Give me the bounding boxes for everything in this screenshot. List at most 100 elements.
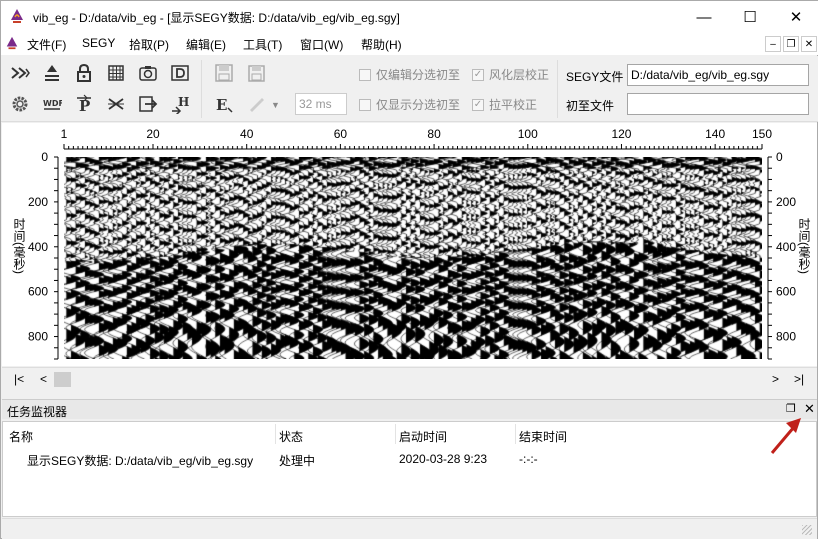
- scroll-thumb[interactable]: [54, 372, 71, 387]
- menu-bar: 文件(F) SEGY 拾取(P) 编辑(E) 工具(T) 窗口(W) 帮助(H): [1, 33, 818, 55]
- dropdown-arrow-icon[interactable]: ▼: [271, 100, 280, 110]
- y-axis-label-left: 时间(毫秒): [12, 218, 26, 274]
- export-icon[interactable]: [135, 91, 161, 117]
- x-tick-label: 120: [611, 127, 631, 141]
- column-header-name[interactable]: 名称: [9, 428, 33, 445]
- mdi-restore-button[interactable]: ❐: [783, 36, 799, 52]
- y-tick-label-right: 600: [776, 285, 796, 299]
- mdi-close-button[interactable]: ✕: [801, 36, 817, 52]
- close-button[interactable]: ✕: [773, 1, 818, 33]
- y-axis-label-right: 时间(毫秒): [797, 218, 811, 274]
- y-tick-label-left: 400: [28, 240, 48, 254]
- x-tick-label: 150: [752, 127, 772, 141]
- x-tick-label: 80: [427, 127, 441, 141]
- mdi-minimize-button[interactable]: –: [765, 36, 781, 52]
- window-title: vib_eg - D:/data/vib_eg - [显示SEGY数据: D:/…: [33, 11, 400, 25]
- task-monitor-header: 任务监视器 ❐ ✕: [2, 399, 817, 419]
- ms-input[interactable]: 32 ms: [295, 93, 347, 115]
- x-tick-label: 60: [334, 127, 348, 141]
- scroll-next-button[interactable]: >: [772, 372, 779, 386]
- firstbreak-file-label: 初至文件: [566, 99, 615, 113]
- svg-text:WDF: WDF: [43, 99, 62, 108]
- segy-file-label: SEGY文件: [566, 70, 624, 84]
- menu-file[interactable]: 文件(F): [27, 36, 66, 53]
- h-icon[interactable]: H: [167, 91, 193, 117]
- pick-icon[interactable]: [39, 60, 65, 86]
- check-flatten-correction[interactable]: ✓ 拉平校正: [472, 96, 537, 113]
- check-edit-sorted-firstbreak[interactable]: 仅编辑分选初至: [359, 66, 460, 83]
- menu-help[interactable]: 帮助(H): [361, 36, 402, 53]
- y-tick-label-right: 200: [776, 195, 796, 209]
- p-icon[interactable]: P: [71, 91, 97, 117]
- y-tick-label-right: 800: [776, 330, 796, 344]
- y-tick-label-left: 800: [28, 330, 48, 344]
- checkbox-box[interactable]: ✓: [472, 68, 484, 81]
- menu-segy[interactable]: SEGY: [82, 36, 115, 50]
- x-tick-label: 40: [240, 127, 254, 141]
- y-tick-label-left: 0: [41, 150, 48, 164]
- x-tick-label: 20: [146, 127, 160, 141]
- task-row-name[interactable]: 显示SEGY数据: D:/data/vib_eg/vib_eg.sgy: [27, 452, 253, 469]
- camera-icon[interactable]: [135, 60, 161, 86]
- x-tick-label: 100: [518, 127, 538, 141]
- scroll-first-button[interactable]: |<: [14, 372, 24, 386]
- menu-edit[interactable]: 编辑(E): [186, 36, 226, 53]
- check-weathering-correction[interactable]: ✓ 风化层校正: [472, 66, 549, 83]
- y-tick-label-right: 0: [776, 150, 783, 164]
- menu-tools[interactable]: 工具(T): [243, 36, 282, 53]
- column-separator: [275, 424, 276, 444]
- grid-icon[interactable]: [103, 60, 129, 86]
- status-bar: [2, 518, 817, 539]
- gear-icon[interactable]: [7, 91, 33, 117]
- task-row-end: -:-:-: [519, 452, 538, 466]
- seismic-traces-canvas[interactable]: [64, 157, 762, 359]
- main-window: vib_eg - D:/data/vib_eg - [显示SEGY数据: D:/…: [0, 0, 818, 539]
- checkbox-box[interactable]: ✓: [472, 98, 484, 111]
- column-header-status[interactable]: 状态: [279, 428, 303, 445]
- checkbox-box[interactable]: [359, 98, 371, 111]
- segy-file-input[interactable]: D:/data/vib_eg/vib_eg.sgy: [627, 64, 809, 86]
- scroll-last-button[interactable]: >|: [794, 372, 804, 386]
- toolbar-separator: [557, 60, 558, 118]
- save-all-icon[interactable]: [243, 60, 269, 86]
- annotation-arrow-icon: [770, 418, 801, 454]
- column-separator: [515, 424, 516, 444]
- e-edit-icon[interactable]: E: [211, 91, 237, 117]
- column-separator: [395, 424, 396, 444]
- menu-pick[interactable]: 拾取(P): [129, 36, 169, 53]
- toolbar-separator: [201, 60, 202, 118]
- check-show-sorted-firstbreak[interactable]: 仅显示分选初至: [359, 96, 460, 113]
- save-icon[interactable]: [211, 60, 237, 86]
- horizontal-scrollbar[interactable]: |< < > >|: [2, 367, 817, 391]
- resize-grip[interactable]: [802, 525, 812, 535]
- y-tick-label-left: 200: [28, 195, 48, 209]
- task-row-start: 2020-03-28 9:23: [399, 452, 488, 466]
- firstbreak-file-input[interactable]: [627, 93, 809, 115]
- minimize-button[interactable]: —: [681, 1, 727, 33]
- x-tick-label: 140: [705, 127, 725, 141]
- column-header-end-time[interactable]: 结束时间: [519, 428, 567, 445]
- wdf-icon[interactable]: WDF: [39, 91, 65, 117]
- x-tick-label: 1: [61, 127, 68, 141]
- fast-forward-icon[interactable]: [7, 60, 33, 86]
- task-monitor-table: 名称 状态 启动时间 结束时间 显示SEGY数据: D:/data/vib_eg…: [2, 421, 817, 517]
- maximize-button[interactable]: ☐: [727, 1, 773, 33]
- app-logo-icon: [11, 9, 23, 23]
- seismic-plot[interactable]: 时间(毫秒) 时间(毫秒) 1 20 40 60 80 100 120 140 150 0 0 200…: [2, 123, 817, 366]
- y-tick-label-right: 400: [776, 240, 796, 254]
- scissors-icon[interactable]: [103, 91, 129, 117]
- menu-window[interactable]: 窗口(W): [300, 36, 343, 53]
- task-row-status: 处理中: [279, 454, 316, 468]
- scroll-prev-button[interactable]: <: [40, 372, 47, 386]
- task-monitor-title: 任务监视器: [7, 405, 68, 419]
- checkbox-box[interactable]: [359, 68, 371, 81]
- lock-icon[interactable]: [71, 60, 97, 86]
- svg-text:H: H: [178, 95, 189, 109]
- y-tick-label-left: 600: [28, 285, 48, 299]
- mdi-app-icon[interactable]: [5, 36, 19, 50]
- column-header-start-time[interactable]: 启动时间: [399, 428, 447, 445]
- toolbar: WDF P H E ▼ 32 ms 仅编辑分选初至 ✓ 风化层校正 仅显示分选初…: [1, 56, 818, 122]
- title-bar: vib_eg - D:/data/vib_eg - [显示SEGY数据: D:/…: [1, 1, 818, 33]
- d-icon[interactable]: [167, 60, 193, 86]
- pen-icon[interactable]: [243, 91, 269, 117]
